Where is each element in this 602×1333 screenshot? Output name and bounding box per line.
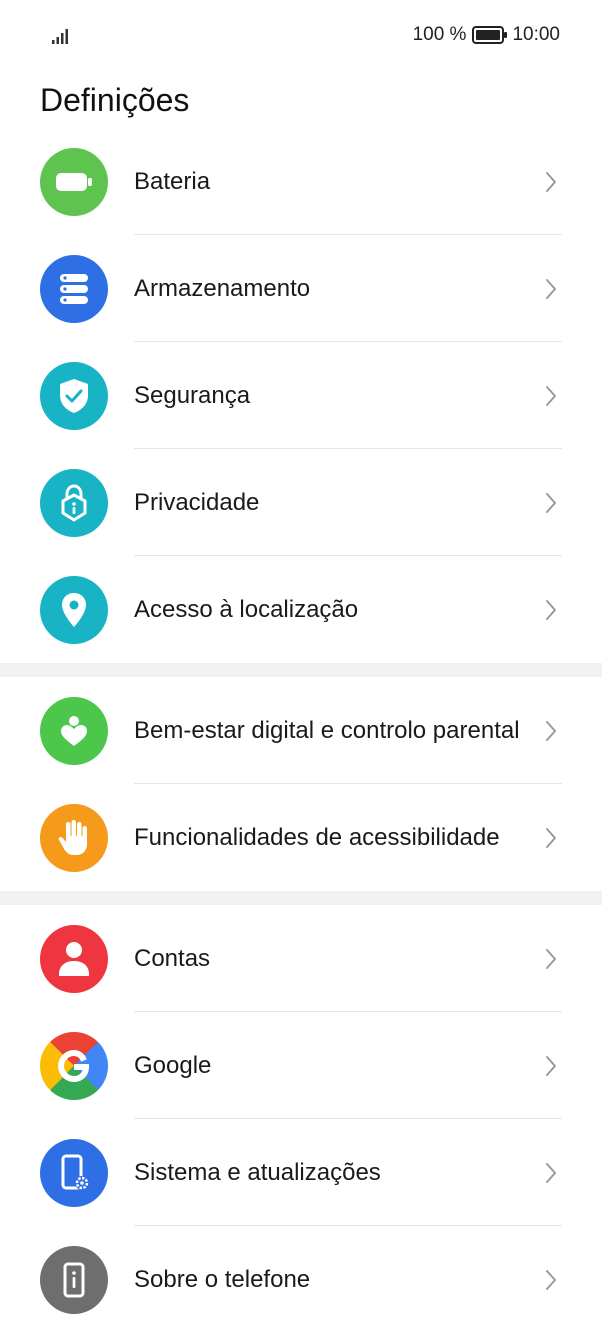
privacy-lock-icon: [40, 468, 108, 537]
chevron-right-icon: [546, 1055, 556, 1076]
chevron-right-icon: [546, 720, 556, 741]
chevron-right-icon: [546, 1269, 556, 1290]
settings-item-label: Acesso à localização: [134, 596, 359, 623]
status-right: 100 % 10:00: [413, 24, 560, 46]
settings-item-label: Contas: [134, 945, 211, 972]
settings-item-label: Armazenamento: [134, 275, 311, 302]
status-time: 10:00: [512, 24, 560, 45]
settings-item-accounts[interactable]: Contas: [0, 905, 602, 1012]
chevron-right-icon: [546, 1162, 556, 1183]
user-icon: [40, 924, 108, 993]
settings-list: Bateria Armazenamento Segurança Privacid…: [0, 128, 602, 1333]
settings-item-system[interactable]: Sistema e atualizações: [0, 1119, 602, 1226]
settings-item-battery[interactable]: Bateria: [0, 128, 602, 235]
chevron-right-icon: [546, 948, 556, 969]
signal-icon: [52, 29, 68, 44]
group-divider: [0, 663, 602, 677]
battery-percent: 100 %: [412, 24, 467, 45]
settings-item-google[interactable]: Google: [0, 1012, 602, 1119]
settings-item-label: Privacidade: [134, 489, 260, 516]
chevron-right-icon: [546, 492, 556, 513]
shield-check-icon: [40, 361, 108, 430]
settings-item-label: Segurança: [134, 382, 251, 409]
chevron-right-icon: [546, 171, 556, 192]
settings-item-label: Google: [134, 1052, 212, 1079]
system-update-icon: [40, 1138, 108, 1207]
digital-wellbeing-icon: [40, 696, 108, 765]
group-divider: [0, 891, 602, 905]
chevron-right-icon: [546, 278, 556, 299]
settings-item-digital-wellbeing[interactable]: Bem-estar digital e controlo parental: [0, 677, 602, 784]
settings-item-label: Sistema e atualizações: [134, 1159, 381, 1186]
chevron-right-icon: [546, 385, 556, 406]
settings-item-security[interactable]: Segurança: [0, 342, 602, 449]
page-title: Definições: [40, 82, 190, 118]
status-bar: 100 % 10:00: [0, 0, 602, 72]
battery-icon: [40, 147, 108, 216]
battery-full-icon: [472, 26, 508, 44]
settings-item-accessibility[interactable]: Funcionalidades de acessibilidade: [0, 784, 602, 891]
settings-item-storage[interactable]: Armazenamento: [0, 235, 602, 342]
settings-item-privacy[interactable]: Privacidade: [0, 449, 602, 556]
storage-icon: [40, 254, 108, 323]
settings-item-label: Funcionalidades de acessibilidade: [134, 824, 500, 851]
google-icon: [40, 1031, 108, 1100]
settings-item-label: Sobre o telefone: [134, 1266, 311, 1293]
location-pin-icon: [40, 575, 108, 644]
phone-info-icon: [40, 1245, 108, 1314]
hand-icon: [40, 803, 108, 872]
settings-item-label: Bem-estar digital e controlo parental: [134, 717, 520, 744]
chevron-right-icon: [546, 827, 556, 848]
chevron-right-icon: [546, 599, 556, 620]
settings-item-about-phone[interactable]: Sobre o telefone: [0, 1226, 602, 1333]
settings-item-location[interactable]: Acesso à localização: [0, 556, 602, 663]
settings-item-label: Bateria: [134, 168, 211, 195]
